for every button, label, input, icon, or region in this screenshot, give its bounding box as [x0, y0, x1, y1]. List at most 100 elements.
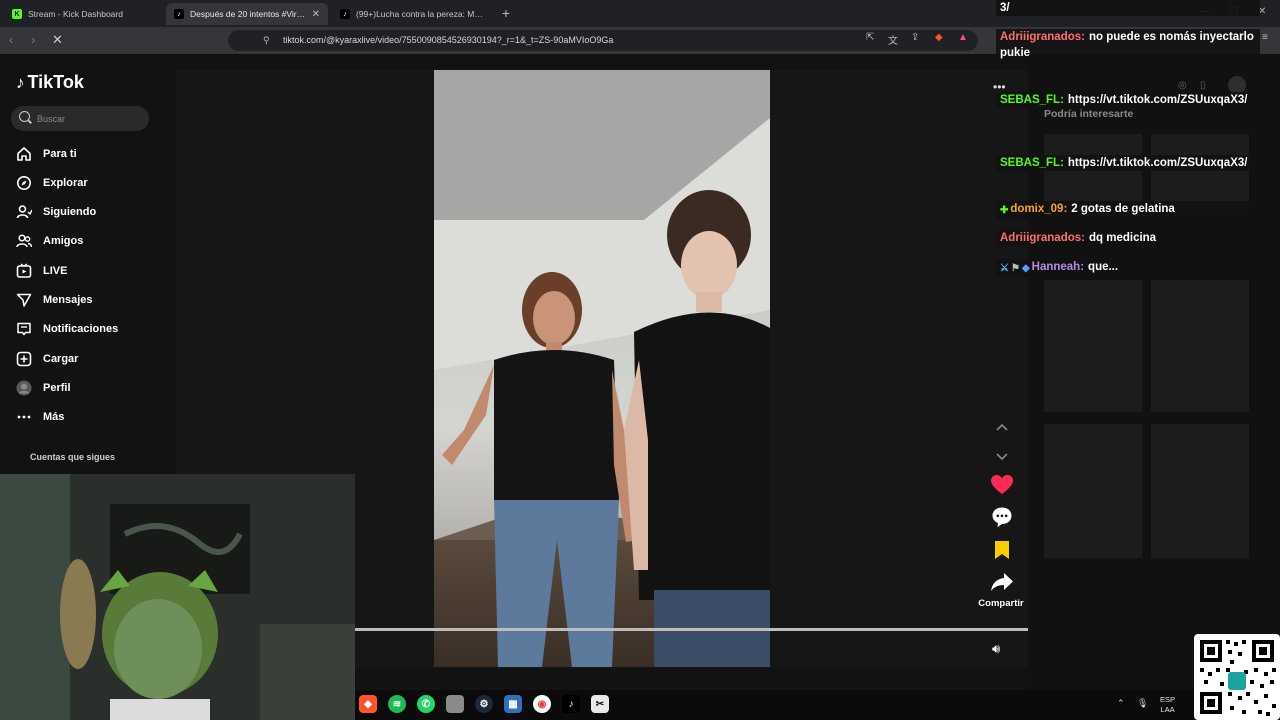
chat-message: SEBAS_FL: https://vt.tiktok.com/ZSUuxqaX3…: [996, 92, 1260, 108]
chat-text: https://vt.tiktok.com/ZSUuxqaX3/: [1067, 94, 1248, 106]
next-video-button[interactable]: [983, 448, 1021, 466]
send-icon: [16, 292, 32, 308]
nav-label: Mensajes: [43, 294, 93, 306]
brave-icon[interactable]: ◆: [359, 695, 377, 713]
lang-line2: LAA: [1160, 705, 1175, 714]
user-follow-icon: [16, 204, 32, 220]
gem-badge-icon: ◆: [1021, 263, 1030, 274]
avatar-icon: [16, 380, 32, 396]
url-text: tiktok.com/@kyaraxlive/video/75500908545…: [283, 35, 614, 45]
suggestion-tile[interactable]: [1044, 424, 1142, 558]
nav-label: Más: [43, 411, 65, 423]
kick-icon: K: [12, 9, 22, 19]
tiktok-icon: ♪: [174, 9, 184, 19]
site-info-icon[interactable]: ⚲: [263, 35, 270, 46]
translate-icon[interactable]: 文: [888, 32, 898, 47]
app-icon[interactable]: [446, 695, 464, 713]
chat-message: SEBAS_FL: https://vt.tiktok.com/ZSUuxqaX3…: [996, 155, 1260, 171]
calculator-icon[interactable]: ▦: [504, 695, 522, 713]
live-icon: [16, 263, 32, 279]
chat-text: 2 gotas de gelatina: [1071, 203, 1175, 215]
nav-label: Cargar: [43, 353, 79, 365]
open-external-icon[interactable]: ⇱: [866, 32, 874, 43]
chat-username: Adriiigranados:: [1000, 232, 1085, 244]
suggestion-tile[interactable]: [1044, 280, 1142, 412]
bookmark-icon[interactable]: [983, 540, 1021, 565]
tab-title: Stream - Kick Dashboard: [28, 9, 123, 19]
nav-mas[interactable]: Más: [16, 406, 166, 428]
tab-title: Después de 20 intentos #Viral #: [190, 9, 306, 19]
comment-icon[interactable]: [983, 506, 1021, 533]
steam-icon[interactable]: ⚙: [475, 695, 493, 713]
chrome-icon[interactable]: ◉: [533, 695, 551, 713]
share-icon[interactable]: [983, 572, 1021, 597]
tab-kick-dashboard[interactable]: K Stream - Kick Dashboard: [4, 3, 164, 25]
lang-line1: ESP: [1160, 695, 1176, 704]
brand-name: TikTok: [27, 72, 84, 92]
subscriber-badge-icon: ✚: [1000, 205, 1009, 216]
tiktok-icon[interactable]: ♪: [562, 695, 580, 713]
stop-loading-icon[interactable]: ✕: [52, 33, 63, 47]
nav-siguiendo[interactable]: Siguiendo: [16, 201, 166, 223]
nav-label: Siguiendo: [43, 206, 97, 218]
webcam-feed: [0, 474, 355, 720]
nav-label: LIVE: [43, 265, 68, 277]
brave-shields-icon[interactable]: ◆: [935, 32, 943, 43]
brave-rewards-icon[interactable]: ▲: [958, 32, 968, 43]
video-player[interactable]: [434, 70, 770, 667]
tab-title: (99+)Lucha contra la pereza: Motivac: [356, 9, 484, 19]
volume-icon[interactable]: 🔊︎: [992, 641, 1000, 657]
home-icon: [16, 146, 32, 162]
suggestion-tile[interactable]: [1151, 280, 1249, 412]
capcut-icon[interactable]: ✂: [591, 695, 609, 713]
chat-username: SEBAS_FL:: [1000, 94, 1064, 106]
nav-perfil[interactable]: Perfil: [16, 377, 166, 399]
microphone-icon[interactable]: 🎙︎: [1137, 698, 1148, 709]
tiktok-logo[interactable]: ♪ TikTok: [16, 72, 84, 93]
suggestion-tile[interactable]: [1151, 424, 1249, 558]
search-icon: [19, 111, 30, 122]
input-language[interactable]: ESP LAA: [1160, 695, 1175, 715]
nav-notificaciones[interactable]: Notificaciones: [16, 318, 166, 340]
new-tab-button[interactable]: +: [498, 5, 514, 21]
tab-tiktok-motivation[interactable]: ♪ (99+)Lucha contra la pereza: Motivac: [332, 3, 492, 25]
whatsapp-icon[interactable]: ✆: [417, 695, 435, 713]
nav-amigos[interactable]: Amigos: [16, 230, 166, 252]
nav-cargar[interactable]: Cargar: [16, 348, 166, 370]
chat-text: 3/: [1000, 2, 1010, 14]
chat-text: https://vt.tiktok.com/ZSUuxqaX3/: [1067, 157, 1248, 169]
back-icon[interactable]: ‹: [9, 33, 13, 47]
previous-video-button[interactable]: [983, 420, 1021, 438]
nav-label: Perfil: [43, 382, 71, 394]
os-taskbar: ◆ ≋ ✆ ⚙ ▦ ◉ ♪ ✂ ⌃ 🎙︎ ESP LAA: [355, 690, 1280, 720]
chat-text: que...: [1088, 261, 1119, 273]
nav-mensajes[interactable]: Mensajes: [16, 289, 166, 311]
nav-para-ti[interactable]: Para ti: [16, 143, 166, 165]
chat-text: dq medicina: [1088, 232, 1157, 244]
like-icon[interactable]: [983, 474, 1021, 501]
nav-explorar[interactable]: Explorar: [16, 172, 166, 194]
video-progress-bar[interactable]: [355, 628, 1028, 631]
share-page-icon[interactable]: ⇪: [911, 32, 919, 43]
search-input[interactable]: [37, 111, 142, 126]
upload-icon: [16, 351, 32, 367]
forward-icon[interactable]: ›: [31, 33, 35, 47]
close-tab-icon[interactable]: ✕: [312, 9, 320, 20]
chat-username: domix_09:: [1010, 203, 1068, 215]
tiktok-icon: ♪: [340, 9, 350, 19]
chat-message: ✚ domix_09: 2 gotas de gelatina: [996, 201, 1260, 219]
chat-username: Adriiigranados:: [1000, 31, 1085, 43]
tab-tiktok-video[interactable]: ♪ Después de 20 intentos #Viral # ✕: [166, 3, 328, 25]
webcam-frame: [0, 474, 355, 720]
qr-code: [1194, 634, 1280, 720]
friends-icon: [16, 233, 32, 249]
inbox-icon: [16, 321, 32, 337]
flag-badge-icon: ⚑: [1010, 263, 1020, 274]
nav-live[interactable]: LIVE: [16, 260, 166, 282]
chat-message: Adriiigranados: dq medicina: [996, 230, 1260, 246]
spotify-icon[interactable]: ≋: [388, 695, 406, 713]
show-hidden-icons[interactable]: ⌃: [1117, 698, 1125, 709]
video-frame: [434, 70, 770, 667]
search-box[interactable]: [11, 106, 149, 131]
chat-message: 3/: [996, 0, 1260, 16]
